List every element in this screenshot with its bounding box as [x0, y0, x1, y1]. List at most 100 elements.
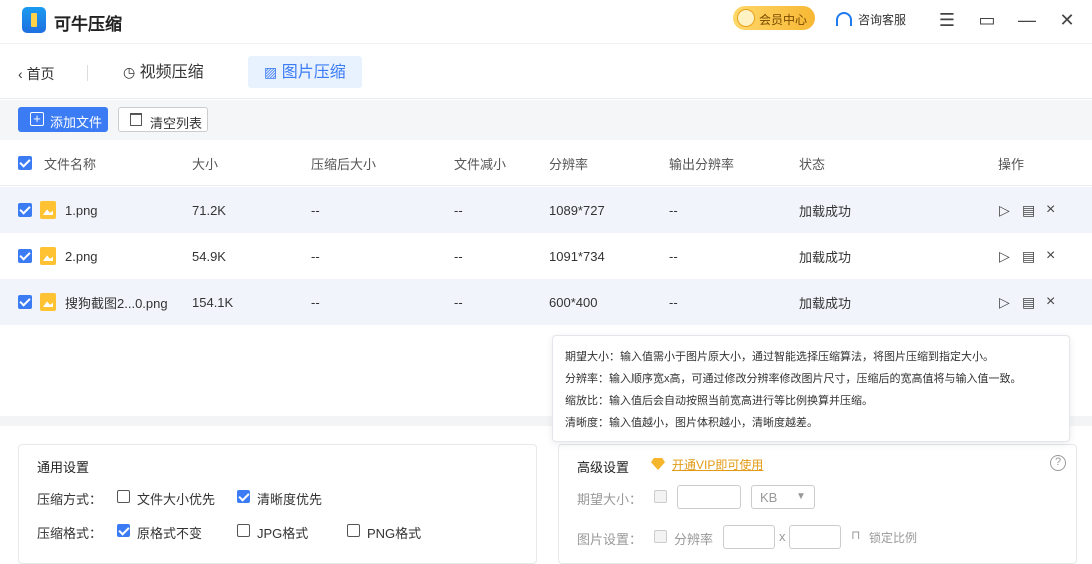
- app-title: 可牛压缩: [54, 15, 122, 34]
- general-settings-panel: 通用设置 压缩方式： 文件大小优先 清晰度优先 压缩格式： 原格式不变 JPG格…: [18, 444, 537, 564]
- expected-size-input[interactable]: [677, 485, 741, 509]
- customer-service-button[interactable]: 咨询客服: [836, 11, 906, 28]
- resolution-checkbox[interactable]: [654, 530, 667, 543]
- size-reduced: --: [454, 248, 463, 264]
- remove-icon[interactable]: ×: [1046, 279, 1055, 325]
- help-icon[interactable]: ?: [1050, 455, 1066, 471]
- menu-icon[interactable]: ☰: [936, 9, 958, 31]
- output-resolution: --: [669, 202, 678, 218]
- remove-icon[interactable]: ×: [1046, 233, 1055, 279]
- output-resolution: --: [669, 248, 678, 264]
- tooltip-line-clarity: 清晰度：输入值越小，图片体积越小，清晰度越差。: [565, 417, 818, 429]
- remove-icon[interactable]: ×: [1046, 187, 1055, 233]
- header-compressed-size: 压缩后大小: [311, 156, 377, 172]
- file-name: 1.png: [65, 202, 98, 218]
- clarity-priority-checkbox[interactable]: [237, 490, 250, 503]
- header-size: 大小: [192, 156, 219, 172]
- compressed-size: --: [311, 202, 320, 218]
- nav-divider: [87, 65, 88, 81]
- tab-image-label: 图片压缩: [281, 64, 346, 81]
- expected-size-checkbox[interactable]: [654, 490, 667, 503]
- file-icon-cell: [0, 187, 60, 233]
- table-row[interactable]: 1.png 71.2K -- -- 1089*727 -- 加载成功 ▷ ▤ ×: [0, 187, 1092, 233]
- header-reduced: 文件减小: [454, 156, 507, 172]
- resolution: 600*400: [549, 294, 598, 310]
- app-logo-icon: [22, 7, 46, 33]
- tooltip-line-expected-size: 期望大小：输入值需小于图片原大小，通过智能选择压缩算法，将图片压缩到指定大小。: [565, 351, 994, 363]
- keep-format-checkbox[interactable]: [117, 524, 130, 537]
- customer-service-label: 咨询客服: [858, 13, 907, 27]
- open-vip-link[interactable]: 开通VIP即可使用: [672, 456, 763, 473]
- play-icon[interactable]: ▷: [999, 233, 1010, 279]
- title-bar: 可牛压缩 会员中心 咨询客服 ☰ ▭ — ✕: [0, 0, 1092, 44]
- toolbar: + 添加文件 清空列表: [0, 100, 1092, 140]
- table-header: 文件名称 大小 压缩后大小 文件减小 分辨率 输出分辨率 状态 操作: [0, 141, 1092, 186]
- lock-icon[interactable]: ⊓: [851, 528, 860, 542]
- jpg-format-checkbox[interactable]: [237, 524, 250, 537]
- unit-value: KB: [760, 490, 778, 505]
- tooltip-line-resolution: 分辨率：输入顺序宽x高，可通过修改分辨率修改图片尺寸，压缩后的宽高值将与输入值一…: [565, 373, 1022, 385]
- size-reduced: --: [454, 294, 463, 310]
- width-input[interactable]: [723, 525, 775, 549]
- status: 加载成功: [799, 295, 852, 311]
- preview-icon[interactable]: ▤: [1022, 187, 1035, 233]
- close-window-icon[interactable]: ✕: [1056, 9, 1078, 31]
- tab-image-compress[interactable]: ▨ 图片压缩: [248, 56, 362, 88]
- size-priority-checkbox[interactable]: [117, 490, 130, 503]
- png-format-checkbox[interactable]: [347, 524, 360, 537]
- resolution-label: 分辨率: [674, 532, 714, 547]
- vip-center-button[interactable]: 会员中心: [733, 6, 815, 30]
- tab-video-label: 视频压缩: [139, 64, 204, 81]
- image-settings-label: 图片设置：: [577, 532, 643, 547]
- feedback-icon[interactable]: ▭: [976, 9, 998, 31]
- header-output-resolution: 输出分辨率: [669, 156, 735, 172]
- plus-icon: +: [30, 112, 44, 126]
- compress-mode-label: 压缩方式：: [37, 492, 103, 507]
- clear-list-label: 清空列表: [150, 116, 203, 131]
- table-row[interactable]: 搜狗截图2...0.png 154.1K -- -- 600*400 -- 加载…: [0, 279, 1092, 325]
- play-icon[interactable]: ▷: [999, 279, 1010, 325]
- add-file-button[interactable]: + 添加文件: [18, 107, 108, 132]
- tab-video-compress[interactable]: ◷ 视频压缩: [107, 56, 220, 88]
- image-file-icon: [40, 247, 56, 265]
- header-actions: 操作: [998, 156, 1025, 172]
- table-row[interactable]: 2.png 54.9K -- -- 1091*734 -- 加载成功 ▷ ▤ ×: [0, 233, 1092, 279]
- jpg-format-label: JPG格式: [257, 526, 309, 541]
- preview-icon[interactable]: ▤: [1022, 233, 1035, 279]
- output-resolution: --: [669, 294, 678, 310]
- headset-icon: [836, 12, 852, 26]
- lock-ratio-label: 锁定比例: [869, 531, 918, 545]
- file-name: 搜狗截图2...0.png: [65, 295, 168, 311]
- trash-icon: [130, 113, 142, 126]
- header-select-cell: [0, 141, 40, 185]
- advanced-settings-panel: 高级设置 期望大小： KB ▼ 图片设置： 分辨率 x ⊓ 锁定比例: [558, 444, 1077, 564]
- minimize-icon[interactable]: —: [1016, 9, 1038, 31]
- play-circle-icon: ◷: [123, 64, 136, 80]
- image-file-icon: [40, 201, 56, 219]
- nav-bar: ‹ 首页 ◷ 视频压缩 ▨ 图片压缩: [0, 45, 1092, 99]
- tooltip-line-scale: 缩放比：输入值后会自动按照当前宽高进行等比例换算并压缩。: [565, 395, 873, 407]
- file-size: 154.1K: [192, 294, 234, 310]
- size-reduced: --: [454, 202, 463, 218]
- resolution: 1091*734: [549, 248, 605, 264]
- image-file-icon: [40, 293, 56, 311]
- play-icon[interactable]: ▷: [999, 187, 1010, 233]
- file-size: 71.2K: [192, 202, 226, 218]
- select-all-checkbox[interactable]: [18, 156, 32, 170]
- header-status: 状态: [799, 156, 826, 172]
- resolution: 1089*727: [549, 202, 605, 218]
- height-input[interactable]: [789, 525, 841, 549]
- header-name: 文件名称: [44, 156, 97, 172]
- unit-select[interactable]: KB ▼: [751, 485, 815, 509]
- back-button[interactable]: ‹ 首页: [18, 64, 55, 84]
- back-label: 首页: [26, 66, 55, 82]
- clear-list-button[interactable]: 清空列表: [118, 107, 208, 132]
- header-resolution: 分辨率: [549, 156, 589, 172]
- png-format-label: PNG格式: [367, 526, 422, 541]
- file-name: 2.png: [65, 248, 98, 264]
- clarity-priority-label: 清晰度优先: [257, 492, 323, 507]
- chevron-down-icon: ▼: [796, 491, 806, 502]
- file-size: 54.9K: [192, 248, 226, 264]
- status: 加载成功: [799, 203, 852, 219]
- preview-icon[interactable]: ▤: [1022, 279, 1035, 325]
